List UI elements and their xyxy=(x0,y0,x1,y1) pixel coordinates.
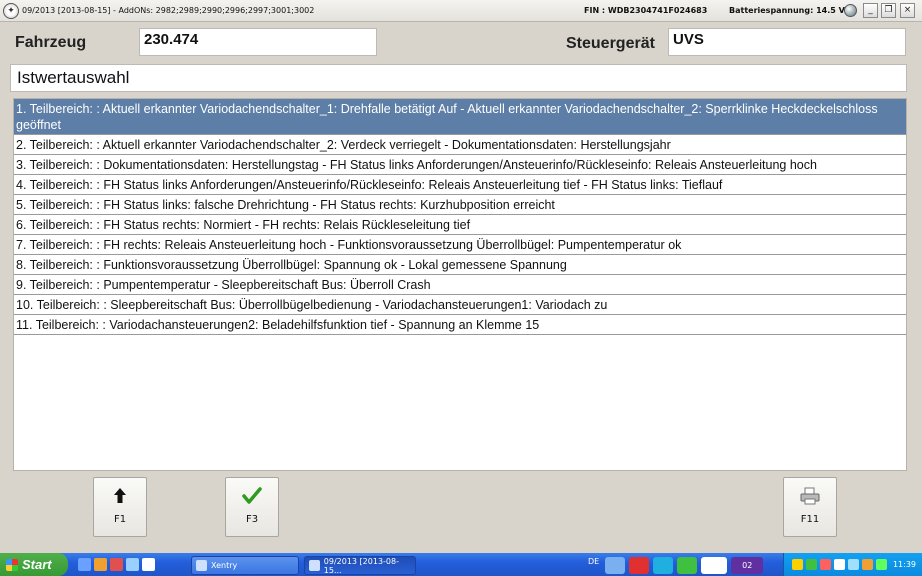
list-item[interactable]: 9. Teilbereich: : Pumpentemperatur - Sle… xyxy=(14,275,906,295)
list-item[interactable]: 7. Teilbereich: : FH rechts: Releais Ans… xyxy=(14,235,906,255)
system-tray: 11:39 xyxy=(783,553,922,576)
mercedes-star-icon xyxy=(309,560,320,571)
quick-launch xyxy=(78,558,155,571)
battery-readout: Batteriespannung: 14.5 V xyxy=(729,6,845,15)
taskbar-item-label: Xentry xyxy=(211,561,238,570)
list-item[interactable]: 4. Teilbereich: : FH Status links Anford… xyxy=(14,175,906,195)
window-titlebar: ✦ 09/2013 [2013-08-15] - AddONs: 2982;29… xyxy=(0,0,922,22)
tray-icon[interactable] xyxy=(833,559,845,570)
list-item[interactable]: 10. Teilbereich: : Sleepbereitschaft Bus… xyxy=(14,295,906,315)
tray-icon[interactable] xyxy=(847,559,859,570)
stop-icon[interactable] xyxy=(629,557,650,574)
list-item[interactable]: 8. Teilbereich: : Funktionsvoraussetzung… xyxy=(14,255,906,275)
tray-icon[interactable] xyxy=(791,559,803,570)
list-item[interactable]: 5. Teilbereich: : FH Status links: falsc… xyxy=(14,195,906,215)
list-item[interactable]: 2. Teilbereich: : Aktuell erkannter Vari… xyxy=(14,135,906,155)
mercedes-star-icon: ✦ xyxy=(3,2,19,19)
quicklaunch-icon[interactable] xyxy=(126,558,139,571)
arrow-up-icon xyxy=(94,478,146,514)
list-item[interactable]: 3. Teilbereich: : Dokumentationsdaten: H… xyxy=(14,155,906,175)
f11-button[interactable]: F11 xyxy=(783,477,837,537)
clock: 11:39 xyxy=(892,560,916,569)
minimize-button[interactable]: _ xyxy=(863,3,878,18)
list-item[interactable]: 1. Teilbereich: : Aktuell erkannter Vari… xyxy=(14,99,906,135)
network-icon[interactable] xyxy=(605,557,626,574)
language-indicator[interactable]: DE xyxy=(588,557,599,574)
quicklaunch-icon[interactable] xyxy=(110,558,123,571)
taskbar-item-label: 09/2013 [2013-08-15... xyxy=(323,556,399,575)
steuergeraet-label: Steuergerät xyxy=(566,35,655,52)
section-title: Istwertauswahl xyxy=(10,64,907,92)
tray-icon[interactable] xyxy=(805,559,817,570)
printer-icon xyxy=(784,478,836,514)
f11-key-label: F11 xyxy=(800,514,820,525)
quicklaunch-icon[interactable] xyxy=(142,558,155,571)
start-button[interactable]: Start xyxy=(0,553,68,576)
tray-icon[interactable] xyxy=(861,559,873,570)
fin-readout: FIN : WDB2304741F024683 xyxy=(584,6,708,15)
battery-status-icon xyxy=(844,4,857,17)
f3-key-label: F3 xyxy=(245,514,259,525)
windows-flag-icon xyxy=(6,558,18,571)
xentry-icon xyxy=(196,560,207,571)
taskbar-item-xentry[interactable]: Xentry xyxy=(191,556,299,575)
maximize-button[interactable]: ❐ xyxy=(881,3,896,18)
tray-icon[interactable] xyxy=(875,559,887,570)
f1-key-label: F1 xyxy=(113,514,127,525)
quicklaunch-icon[interactable] xyxy=(94,558,107,571)
start-label: Start xyxy=(22,557,52,572)
istwert-list[interactable]: 1. Teilbereich: : Aktuell erkannter Vari… xyxy=(13,98,907,471)
list-item[interactable]: 6. Teilbereich: : FH Status rechts: Norm… xyxy=(14,215,906,235)
steuergeraet-field: UVS xyxy=(668,28,906,56)
list-item[interactable]: 11. Teilbereich: : Variodachansteuerunge… xyxy=(14,315,906,335)
card-icon[interactable] xyxy=(701,557,728,574)
fahrzeug-label: Fahrzeug xyxy=(15,34,87,51)
close-button[interactable]: × xyxy=(900,3,915,18)
badge-counter[interactable]: 02 xyxy=(731,557,764,574)
fahrzeug-field: 230.474 xyxy=(139,28,377,56)
taskbar-item-window[interactable]: 09/2013 [2013-08-15... xyxy=(304,556,416,575)
f3-button[interactable]: F3 xyxy=(225,477,279,537)
quicklaunch-icon[interactable] xyxy=(78,558,91,571)
window-title: 09/2013 [2013-08-15] - AddONs: 2982;2989… xyxy=(22,6,315,15)
pen-icon[interactable] xyxy=(653,557,674,574)
f1-button[interactable]: F1 xyxy=(93,477,147,537)
tray-icon[interactable] xyxy=(819,559,831,570)
checkmark-icon xyxy=(226,478,278,514)
sync-icon[interactable] xyxy=(677,557,698,574)
tray-toolbar: DE 02 xyxy=(588,556,764,575)
